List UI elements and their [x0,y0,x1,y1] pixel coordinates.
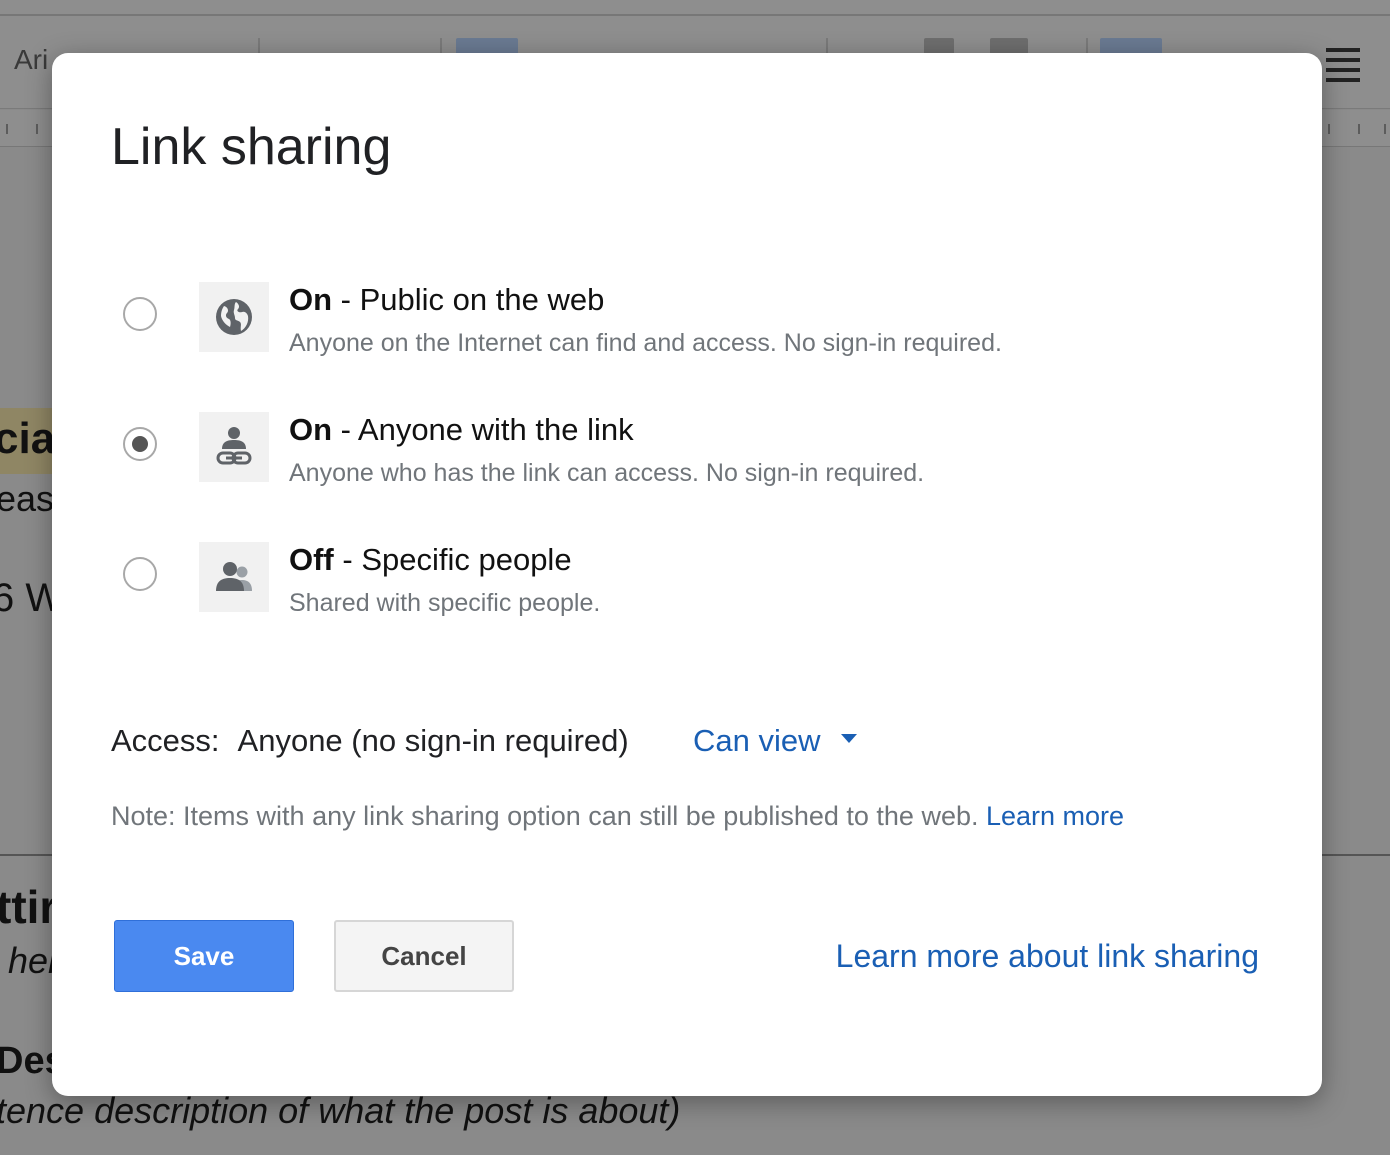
radio-public-on-web[interactable] [123,297,157,331]
learn-more-link[interactable]: Learn more [986,801,1124,831]
align-justify-icon [1326,48,1360,88]
access-audience: Anyone (no sign-in required) [237,723,629,758]
save-button[interactable]: Save [114,920,294,992]
permission-value: Can view [693,723,821,758]
option-description: Anyone who has the link can access. No s… [289,459,925,487]
ruler-tick [36,124,38,134]
globe-icon [199,282,269,352]
ruler-tick [1328,124,1330,134]
publish-note: Note: Items with any link sharing option… [111,800,1124,832]
option-public-on-web[interactable]: On - Public on the web Anyone on the Int… [122,282,1242,362]
link-sharing-dialog: Link sharing On - Public on the web Anyo… [52,53,1322,1096]
doc-heading-fragment: ttir [0,881,58,933]
caret-down-icon [840,734,857,744]
person-link-icon [199,412,269,482]
radio-specific-people[interactable] [123,557,157,591]
note-text: Note: Items with any link sharing option… [111,801,986,831]
font-selector: Ari [14,44,49,75]
option-title: On - Anyone with the link [289,412,634,447]
access-row: Access: Anyone (no sign-in required) [111,723,629,759]
people-icon [199,542,269,612]
ruler-tick [1384,124,1386,134]
doc-text-fragment: tence description of what the post is ab… [0,1090,681,1131]
window-top-bar [0,0,1390,16]
option-anyone-with-link[interactable]: On - Anyone with the link Anyone who has… [122,412,1242,492]
ruler-tick [6,124,8,134]
access-label: Access: [111,723,220,758]
option-description: Anyone on the Internet can find and acce… [289,329,1002,357]
option-specific-people[interactable]: Off - Specific people Shared with specif… [122,542,1242,622]
option-title: Off - Specific people [289,542,572,577]
ruler-tick [1358,124,1360,134]
cancel-button[interactable]: Cancel [334,920,514,992]
option-title: On - Public on the web [289,282,605,317]
permission-dropdown[interactable]: Can view [693,723,857,759]
dialog-title: Link sharing [111,118,392,176]
learn-more-about-link-sharing-link[interactable]: Learn more about link sharing [836,937,1259,975]
option-description: Shared with specific people. [289,589,601,617]
radio-anyone-with-link[interactable] [123,427,157,461]
